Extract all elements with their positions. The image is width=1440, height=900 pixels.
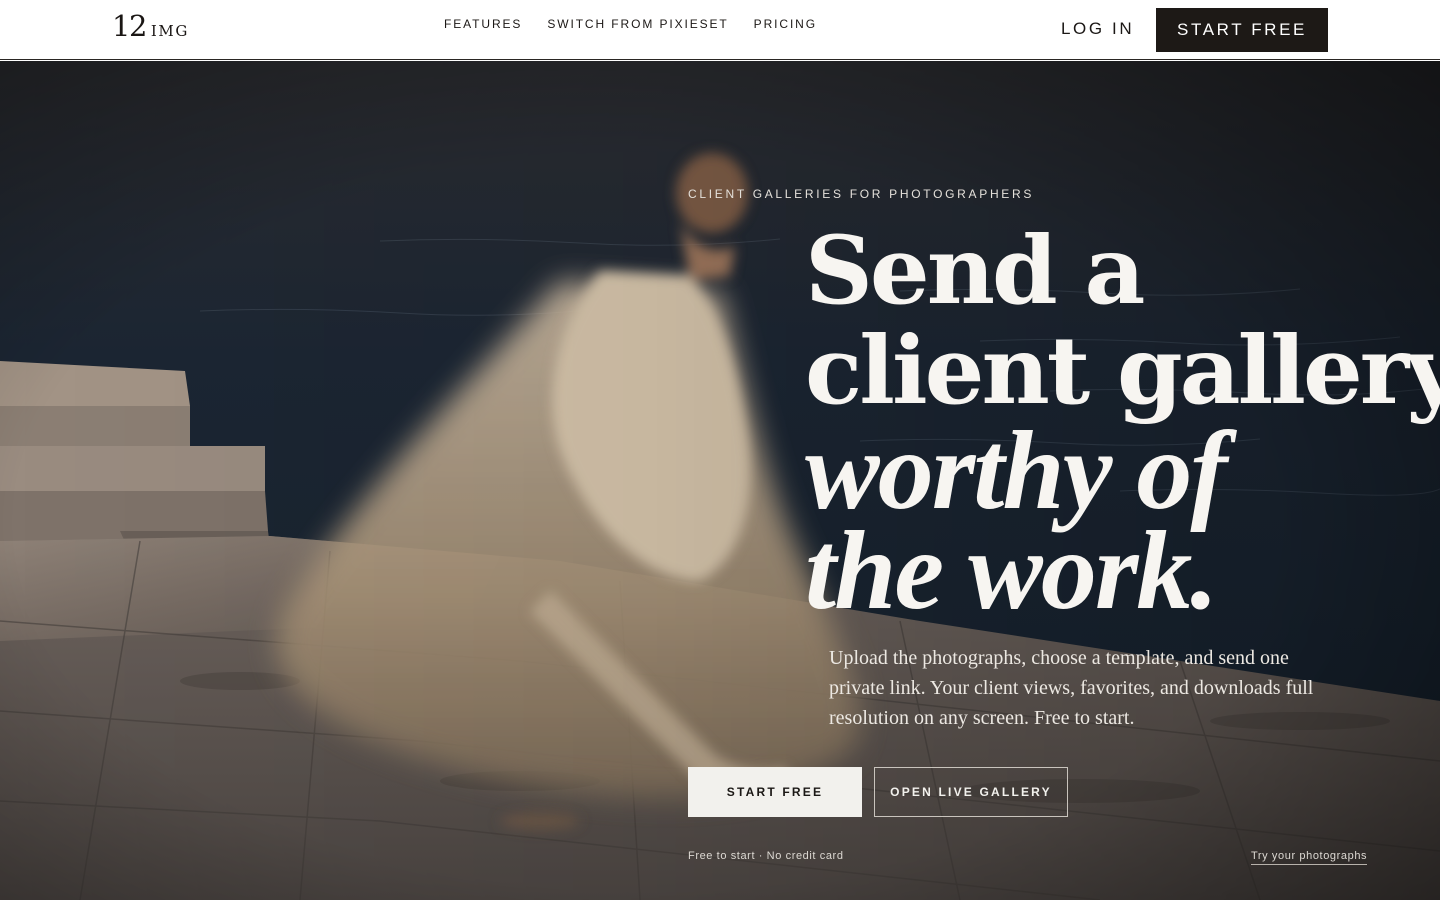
start-free-header-button[interactable]: START FREE [1156, 8, 1328, 52]
open-live-gallery-button[interactable]: OPEN LIVE GALLERY [874, 767, 1068, 817]
nav-item-switch-from-pixieset[interactable]: SWITCH FROM PIXIESET [547, 17, 728, 31]
logo-number: 12 [112, 9, 147, 43]
hero-description: Upload the photographs, choose a templat… [829, 647, 1314, 729]
login-link[interactable]: LOG IN [1061, 19, 1134, 39]
hero-eyebrow: CLIENT GALLERIES FOR PHOTOGRAPHERS [688, 187, 1035, 201]
hero-section: CLIENT GALLERIES FOR PHOTOGRAPHERS Send … [0, 61, 1440, 900]
start-free-hero-button[interactable]: START FREE [688, 767, 862, 817]
try-your-photographs-link[interactable]: Try your photographs [1251, 850, 1368, 865]
headline-line-2: client gallery [805, 316, 1440, 426]
headline-line-3: worthy of [805, 409, 1228, 533]
main-nav: FEATURES SWITCH FROM PIXIESET PRICING [444, 17, 817, 31]
logo-word: IMG [150, 22, 189, 40]
top-navigation-bar: 12 IMG FEATURES SWITCH FROM PIXIESET PRI… [0, 0, 1440, 60]
headline-line-1: Send a [805, 216, 1145, 326]
nav-item-pricing[interactable]: PRICING [754, 17, 817, 31]
headline-line-4: the work. [805, 509, 1218, 633]
nav-item-features[interactable]: FEATURES [444, 17, 522, 31]
free-no-credit-card-note: Free to start · No credit card [688, 850, 844, 862]
hero-headline: Send a client gallery worthy of the work… [805, 216, 1440, 633]
logo[interactable]: 12 IMG [112, 12, 189, 48]
